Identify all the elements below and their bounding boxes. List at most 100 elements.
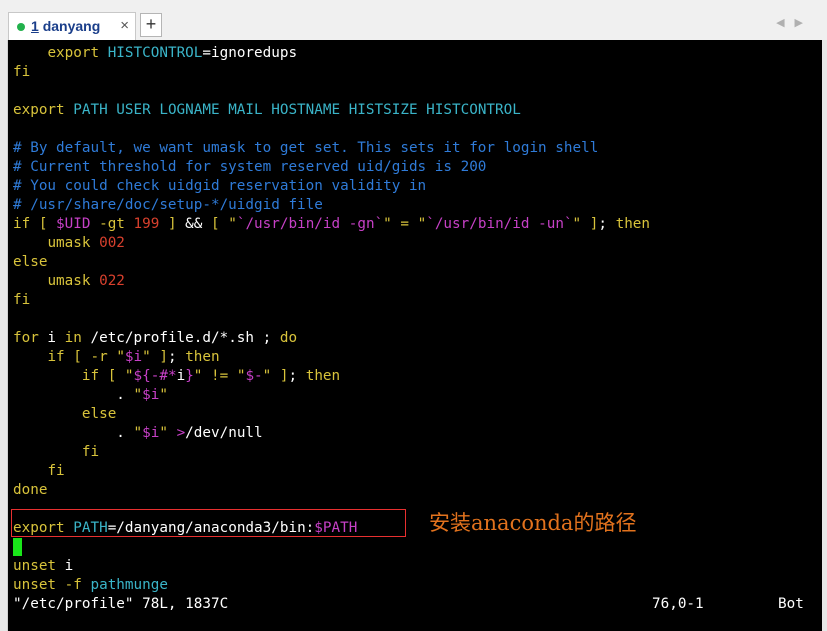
code-token: = (400, 216, 409, 232)
code-token: else (81, 406, 117, 422)
tab-scroll-arrows: ◀▶ (776, 16, 813, 29)
code-token: then (185, 349, 220, 365)
code-token: [ (73, 349, 82, 365)
code-token: if (13, 216, 31, 232)
code-token: in (64, 330, 82, 346)
code-token: 022 (99, 273, 125, 289)
code-token: `/usr/bin/id -un` (426, 216, 573, 232)
code-token: $i (142, 387, 160, 403)
code-token: . (13, 387, 134, 403)
scroll-left-icon[interactable]: ◀ (776, 16, 794, 29)
code-line: # You could check uidgid reservation val… (13, 177, 426, 196)
code-line: unset i (13, 557, 73, 576)
code-token: -r (90, 349, 108, 365)
code-token: fi (13, 64, 31, 80)
code-line: export PATH USER LOGNAME MAIL HOSTNAME H… (13, 101, 521, 120)
code-token: } (185, 368, 194, 384)
terminal-screen[interactable]: unset -f pathmunge unset i export PATH=/da… (8, 40, 822, 631)
code-line: # /usr/share/doc/setup-*/uidgid file (13, 196, 323, 215)
code-token: " (262, 368, 272, 384)
code-token: $i (142, 425, 160, 441)
tab-bar: 1 danyang × + ◀▶ (0, 0, 827, 40)
code-token: " (228, 216, 237, 232)
code-token: " (116, 349, 125, 365)
code-line: fi (13, 63, 30, 82)
annotation-label: 安装anaconda的路径 (429, 511, 637, 535)
connected-status-icon (17, 23, 25, 31)
tab-session[interactable]: 1 danyang × (8, 12, 136, 40)
code-line: # Current threshold for system reserved … (13, 158, 486, 177)
code-token: fi (47, 463, 65, 479)
code-token: `/usr/bin/id -gn` (236, 216, 384, 232)
code-token: pathmunge (90, 577, 168, 593)
code-token: PATH USER LOGNAME MAIL HOSTNAME HISTSIZE… (73, 102, 521, 118)
code-line: else (13, 405, 116, 424)
code-token: HISTCONTROL (107, 45, 203, 61)
code-line: . "$i" (13, 386, 168, 405)
code-token: unset (13, 558, 57, 574)
code-token: /etc/profile.d/*.sh ; (81, 330, 280, 346)
code-token: do (279, 330, 298, 346)
code-token: ] (167, 216, 177, 232)
code-token: if (81, 368, 100, 384)
code-token: ; (167, 349, 186, 365)
code-line: unset -f pathmunge (13, 576, 168, 595)
code-token: = (202, 45, 211, 61)
code-token: ] (159, 349, 168, 365)
code-token: unset (13, 577, 57, 593)
code-line: umask 002 (13, 234, 124, 253)
code-token: ignoredups (211, 45, 298, 61)
code-token: " (383, 216, 392, 232)
scroll-right-icon[interactable]: ▶ (795, 16, 813, 29)
code-token: done (13, 482, 48, 498)
code-line: umask 022 (13, 272, 125, 291)
code-token: /dev/null (185, 425, 263, 441)
code-token: && (176, 216, 212, 232)
code-line: done (13, 481, 47, 500)
code-token: ; (288, 368, 306, 384)
scrollbar[interactable] (822, 40, 827, 631)
code-token: " (159, 387, 168, 403)
code-token: " (572, 216, 582, 232)
new-tab-button[interactable]: + (140, 13, 162, 37)
code-token: -gt (99, 216, 125, 232)
code-line: if [ "${-#*i}" != "$-" ]; then (13, 367, 340, 386)
code-token: ; (598, 216, 616, 232)
close-tab-icon[interactable]: × (120, 17, 129, 34)
status-cursor-position: 76,0-1 (652, 596, 704, 612)
code-token: # /usr/share/doc/setup-*/uidgid file (13, 197, 323, 213)
code-token: i (38, 330, 65, 346)
code-token: " (124, 368, 134, 384)
code-line: fi (13, 443, 99, 462)
code-line: fi (13, 462, 65, 481)
code-token: [ (211, 216, 220, 232)
code-token: != (211, 368, 229, 384)
code-token: > (176, 425, 186, 441)
code-token: i (56, 558, 74, 574)
code-token: # Current threshold for system reserved … (13, 159, 487, 175)
code-token: " (417, 216, 427, 232)
code-token: # By default, we want umask to get set. … (13, 140, 599, 156)
code-token: " (159, 425, 168, 441)
code-token: export (47, 45, 100, 61)
code-token: " (133, 425, 143, 441)
code-token: $- (245, 368, 263, 384)
